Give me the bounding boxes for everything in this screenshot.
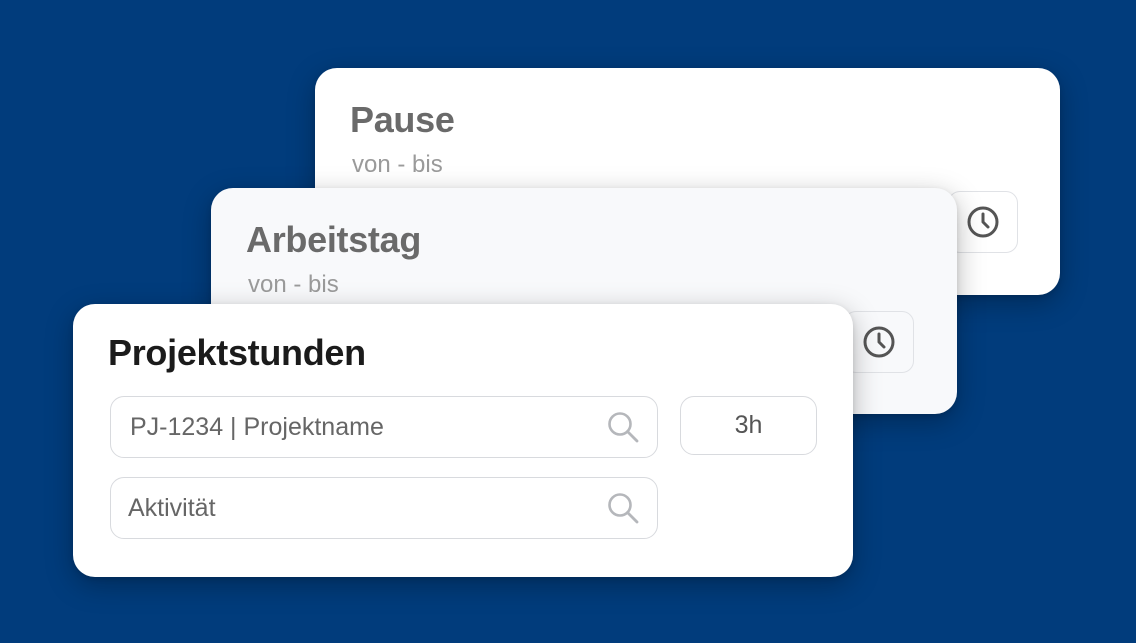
projektstunden-title: Projektstunden <box>108 332 366 373</box>
clock-icon <box>863 326 895 358</box>
hours-value: 3h <box>734 411 763 439</box>
arbeitstag-time-button[interactable] <box>844 311 914 373</box>
pause-time-button[interactable] <box>948 191 1018 253</box>
pause-subtitle: von - bis <box>352 151 443 178</box>
search-icon <box>608 493 639 524</box>
search-icon <box>608 412 639 443</box>
arbeitstag-subtitle: von - bis <box>248 271 339 298</box>
pause-title: Pause <box>350 99 455 140</box>
arbeitstag-title: Arbeitstag <box>246 219 422 260</box>
activity-search-button[interactable] <box>593 478 653 538</box>
projektstunden-card: Projektstunden 3h <box>73 304 853 577</box>
activity-search-field <box>110 477 658 539</box>
project-search-input[interactable] <box>130 412 593 442</box>
hours-field[interactable]: 3h <box>680 396 817 455</box>
project-search-button[interactable] <box>593 397 653 457</box>
clock-icon <box>967 206 999 238</box>
project-search-field <box>110 396 658 458</box>
activity-search-input[interactable] <box>128 493 593 523</box>
